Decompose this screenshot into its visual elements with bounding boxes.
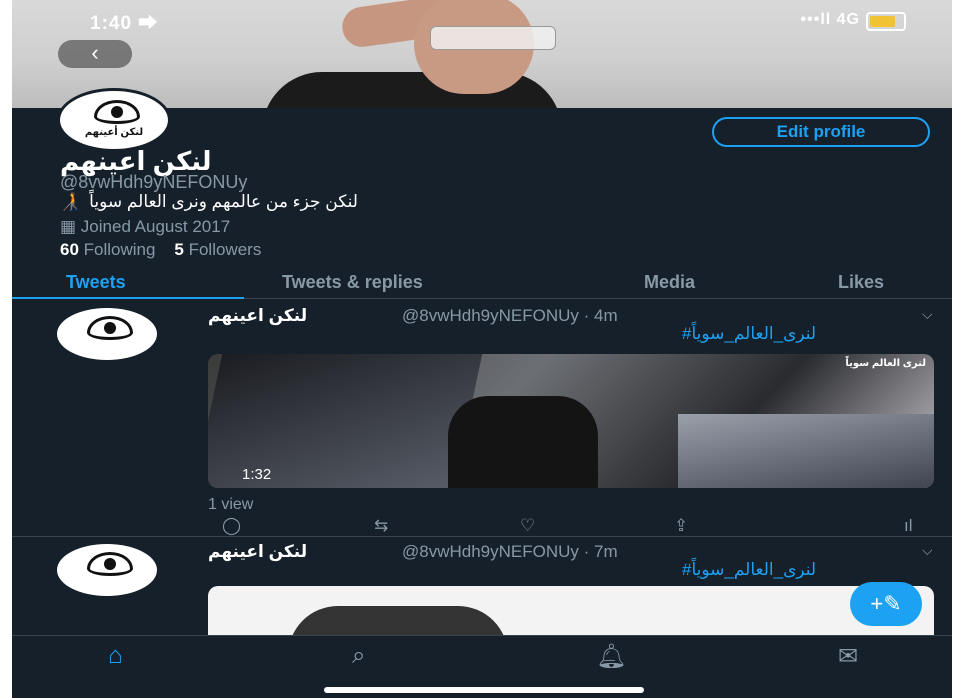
tweet-avatar[interactable] [57,544,157,596]
tweet-handle-time: @8vwHdh9yNEFONUy · 7m [402,542,618,561]
chevron-down-icon[interactable]: ⌵ [922,542,933,559]
tweet-hashtag[interactable]: #لنرى_العالم_سوياً [682,324,816,344]
home-icon[interactable]: ⌂ [108,642,123,670]
eye-logo-icon [87,552,133,576]
active-tab-indicator [12,297,244,299]
tweet-hashtag[interactable]: #لنرى_العالم_سوياً [682,560,816,580]
search-icon[interactable]: ⌕ [352,642,365,670]
analytics-icon[interactable]: ıl [904,516,913,536]
status-time: 1:40 ⮕ [90,13,159,34]
back-chevron-icon: ‹ [91,40,99,65]
home-indicator [324,687,644,693]
person-icon: 🧑‍🦯 [60,192,82,211]
mail-icon[interactable]: ✉ [838,642,858,671]
edit-profile-button[interactable]: Edit profile [712,117,930,147]
share-icon[interactable]: ⇪ [674,516,688,536]
tweet-avatar[interactable] [57,308,157,360]
profile-joined: ▦ Joined August 2017 [60,217,231,236]
twitter-profile-screen: 1:40 ⮕ •••ll 4G ‹ لنكن أعينهم Edit profi… [12,0,952,698]
video-title: لنرى العالم سوياً [845,358,926,369]
status-network: •••ll 4G [800,11,860,28]
video-views: 1 view [208,496,254,513]
tab-tweets-replies[interactable]: Tweets & replies [282,272,423,293]
bell-icon[interactable]: 🔔︎ [596,642,626,671]
tab-likes[interactable]: Likes [838,272,884,293]
compose-tweet-icon: +✎ [870,591,902,616]
battery-icon [866,12,906,31]
eye-logo-icon [94,100,140,124]
video-person [448,396,598,488]
following-link[interactable]: 60 Following [60,240,155,259]
profile-bio: 🧑‍🦯 لنكن جزء من عالمهم ونرى العالم سوياً [60,192,358,211]
tweet-handle-time: @8vwHdh9yNEFONUy · 4m [402,306,618,325]
banner-photo-lens [430,26,556,50]
chevron-down-icon[interactable]: ⌵ [922,306,933,323]
back-button[interactable]: ‹ [58,40,132,68]
tweet-video[interactable]: لنرى العالم سوياً [208,354,934,488]
retweet-icon[interactable]: ⇆ [374,516,388,536]
profile-handle: @8vwHdh9yNEFONUy [60,172,248,192]
compose-tweet-button[interactable]: +✎ [850,582,922,626]
profile-avatar[interactable]: لنكن أعينهم [57,88,171,152]
reply-icon[interactable]: ◯ [222,516,241,536]
follow-stats: 60 Following 5 Followers [60,240,261,260]
like-icon[interactable]: ♡ [520,516,535,536]
video-duration: 1:32 [242,466,272,483]
avatar-label: لنكن أعينهم [84,127,144,138]
tweet-author[interactable]: لنكن اعينهم [208,542,307,562]
tweet-author[interactable]: لنكن اعينهم [208,306,307,326]
tab-media[interactable]: Media [644,272,695,293]
video-escalator [678,414,934,488]
tab-tweets[interactable]: Tweets [66,272,126,293]
profile-tabs: Tweets Tweets & replies Media Likes [12,268,952,299]
followers-link[interactable]: 5 Followers [174,240,261,259]
tweet-1[interactable]: لنكن اعينهم @8vwHdh9yNEFONUy · 4m ⌵ #لنر… [12,306,952,540]
tweet-divider [12,536,952,537]
tweet-actions: ◯ ⇆ ♡ ⇪ ıl [12,516,952,542]
eye-logo-icon [87,316,133,340]
bottom-navigation: ⌂ ⌕ 🔔︎ ✉ [12,635,952,698]
calendar-icon: ▦ [60,217,77,236]
